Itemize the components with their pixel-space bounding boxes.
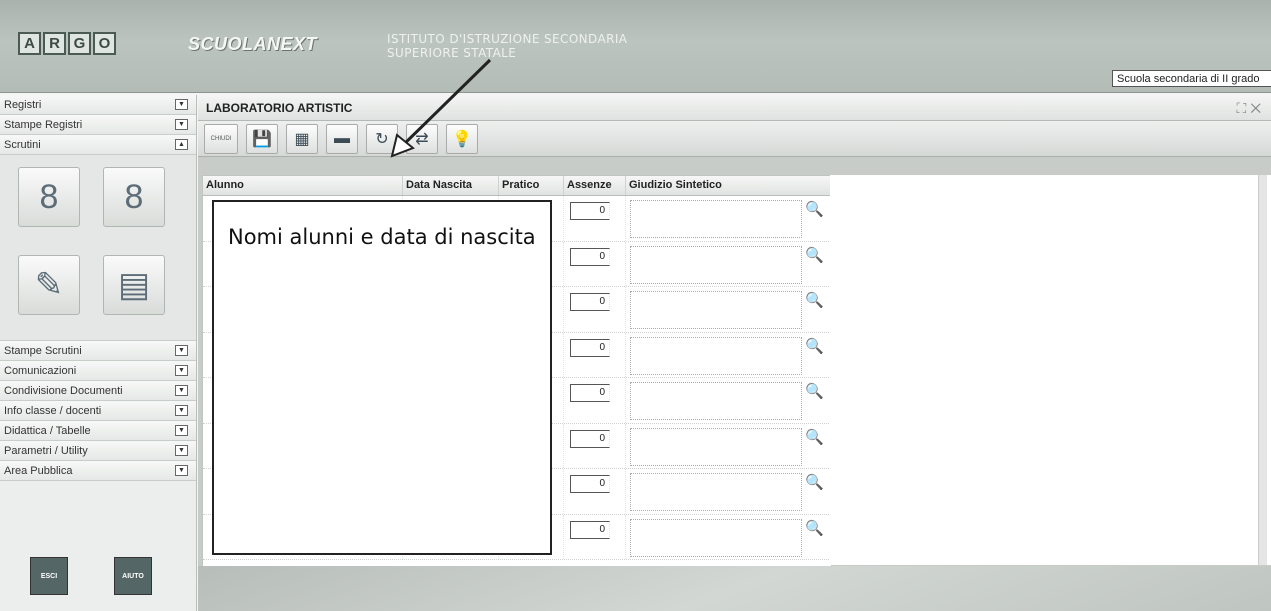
chevron-down-icon[interactable]: ▼ bbox=[175, 365, 188, 376]
window-controls: ⛶✕ bbox=[1237, 100, 1265, 117]
giudizio-field[interactable] bbox=[630, 336, 802, 375]
search-icon[interactable]: 🔍 bbox=[805, 519, 824, 537]
argo-logo: A R G O bbox=[18, 32, 116, 55]
search-icon[interactable]: 🔍 bbox=[805, 291, 824, 309]
column-header[interactable]: Pratico bbox=[499, 176, 564, 195]
close-button[interactable]: CHIUDI bbox=[204, 123, 238, 154]
edit-document-icon[interactable]: ▤ bbox=[103, 255, 165, 315]
lightbulb-icon[interactable]: 💡 bbox=[446, 123, 478, 154]
sidebar-item-label: Stampe Registri bbox=[4, 118, 83, 131]
sidebar-item-label: Stampe Scrutini bbox=[4, 344, 82, 357]
brand-name: SCUOLANEXT bbox=[188, 34, 318, 54]
annotation-box: Nomi alunni e data di nascita bbox=[212, 200, 552, 555]
fill-grid-icon[interactable]: ▦ bbox=[286, 123, 318, 154]
exit-button[interactable]: ESCI bbox=[30, 557, 68, 595]
assenze-input[interactable]: 0 bbox=[570, 338, 610, 357]
sidebar-item-stampe-registri[interactable]: Stampe Registri ▼ bbox=[0, 115, 196, 135]
panel-title-bar: LABORATORIO ARTISTIC bbox=[198, 95, 1271, 121]
chevron-down-icon[interactable]: ▼ bbox=[175, 385, 188, 396]
sidebar-item-info-classe[interactable]: Info classe / docenti ▼ bbox=[0, 401, 196, 421]
giudizio-field[interactable] bbox=[630, 518, 802, 557]
sidebar-footer: ESCI AIUTO bbox=[0, 535, 196, 611]
scrutini-tools: 8 8 ✎ ▤ bbox=[0, 155, 196, 341]
save-icon[interactable]: 💾 bbox=[246, 123, 278, 154]
sidebar-item-registri[interactable]: Registri ▼ bbox=[0, 95, 196, 115]
chevron-down-icon[interactable]: ▼ bbox=[175, 345, 188, 356]
school-level-select[interactable]: Scuola secondaria di II grado bbox=[1112, 70, 1271, 87]
assenze-input[interactable]: 0 bbox=[570, 293, 610, 311]
toolbar: CHIUDI 💾 ▦ ▬ ↻ ⇄ 💡 bbox=[198, 121, 1271, 157]
maximize-icon[interactable]: ⛶ bbox=[1237, 100, 1251, 116]
assenze-input[interactable]: 0 bbox=[570, 475, 610, 493]
pencil-icon[interactable]: ✎ bbox=[18, 255, 80, 315]
assenze-input[interactable]: 0 bbox=[570, 202, 610, 220]
giudizio-field[interactable] bbox=[630, 382, 802, 420]
sidebar-item-condivisione-documenti[interactable]: Condivisione Documenti ▼ bbox=[0, 381, 196, 401]
giudizio-field[interactable] bbox=[630, 200, 802, 238]
voti-proposti-icon[interactable]: 8 bbox=[103, 167, 165, 227]
sidebar-item-label: Scrutini bbox=[4, 138, 41, 151]
chevron-down-icon[interactable]: ▼ bbox=[175, 425, 188, 436]
annotation-text: Nomi alunni e data di nascita bbox=[228, 225, 536, 249]
institute-line2: SUPERIORE STATALE bbox=[387, 46, 517, 60]
column-header[interactable]: Assenze bbox=[564, 176, 626, 195]
chevron-down-icon[interactable]: ▼ bbox=[175, 465, 188, 476]
app-header: A R G O SCUOLANEXT ISTITUTO D'ISTRUZIONE… bbox=[0, 0, 1271, 93]
sidebar-item-label: Parametri / Utility bbox=[4, 444, 88, 457]
sidebar-item-label: Registri bbox=[4, 98, 42, 111]
assenze-input[interactable]: 0 bbox=[570, 247, 610, 266]
institute-name: ISTITUTO D'ISTRUZIONE SECONDARIA SUPERIO… bbox=[387, 32, 627, 60]
sidebar-item-label: Comunicazioni bbox=[4, 364, 77, 377]
giudizio-field[interactable] bbox=[630, 427, 802, 466]
vertical-scrollbar[interactable] bbox=[1258, 175, 1267, 565]
logo-letter: O bbox=[93, 32, 116, 55]
assenze-input[interactable]: 0 bbox=[570, 429, 610, 448]
sidebar-item-label: Area Pubblica bbox=[4, 464, 73, 477]
sidebar-item-label: Condivisione Documenti bbox=[4, 384, 123, 397]
logo-letter: R bbox=[43, 32, 66, 55]
grid-header: Alunno Data Nascita Pratico Assenze Giud… bbox=[203, 176, 831, 196]
chevron-down-icon[interactable]: ▼ bbox=[175, 99, 188, 110]
giudizio-field[interactable] bbox=[630, 291, 802, 329]
institute-line1: ISTITUTO D'ISTRUZIONE SECONDARIA bbox=[387, 32, 628, 46]
column-header[interactable]: Data Nascita bbox=[403, 176, 499, 195]
board-icon[interactable]: ▬ bbox=[326, 123, 358, 154]
search-icon[interactable]: 🔍 bbox=[805, 200, 824, 218]
swap-icon[interactable]: ⇄ bbox=[406, 123, 438, 154]
search-icon[interactable]: 🔍 bbox=[805, 337, 824, 355]
help-button[interactable]: AIUTO bbox=[114, 557, 152, 595]
assenze-input[interactable]: 0 bbox=[570, 520, 610, 539]
grid-empty-area bbox=[830, 175, 1271, 565]
reload-icon[interactable]: ↻ bbox=[366, 123, 398, 154]
chevron-down-icon[interactable]: ▼ bbox=[175, 445, 188, 456]
search-icon[interactable]: 🔍 bbox=[805, 246, 824, 264]
chevron-down-icon[interactable]: ▼ bbox=[175, 119, 188, 130]
giudizio-field[interactable] bbox=[630, 245, 802, 284]
sidebar-item-parametri[interactable]: Parametri / Utility ▼ bbox=[0, 441, 196, 461]
sidebar-item-scrutini[interactable]: Scrutini ▲ bbox=[0, 135, 196, 155]
column-header[interactable]: Giudizio Sintetico bbox=[626, 176, 831, 195]
search-icon[interactable]: 🔍 bbox=[805, 473, 824, 491]
sidebar-item-area-pubblica[interactable]: Area Pubblica ▼ bbox=[0, 461, 196, 481]
search-icon[interactable]: 🔍 bbox=[805, 382, 824, 400]
sidebar-item-comunicazioni[interactable]: Comunicazioni ▼ bbox=[0, 361, 196, 381]
sidebar-item-stampe-scrutini[interactable]: Stampe Scrutini ▼ bbox=[0, 341, 196, 361]
chevron-up-icon[interactable]: ▲ bbox=[175, 139, 188, 150]
close-icon[interactable]: ✕ bbox=[1250, 100, 1265, 116]
chevron-down-icon[interactable]: ▼ bbox=[175, 405, 188, 416]
sidebar: Registri ▼ Stampe Registri ▼ Scrutini ▲ … bbox=[0, 95, 197, 611]
sidebar-item-didattica[interactable]: Didattica / Tabelle ▼ bbox=[0, 421, 196, 441]
logo-letter: G bbox=[68, 32, 91, 55]
background-decoration bbox=[198, 566, 1271, 611]
giudizio-field[interactable] bbox=[630, 473, 802, 511]
sidebar-item-label: Didattica / Tabelle bbox=[4, 424, 91, 437]
search-icon[interactable]: 🔍 bbox=[805, 428, 824, 446]
sidebar-item-label: Info classe / docenti bbox=[4, 404, 102, 417]
column-header[interactable]: Alunno bbox=[203, 176, 403, 195]
voti-icon[interactable]: 8 bbox=[18, 167, 80, 227]
logo-letter: A bbox=[18, 32, 41, 55]
assenze-input[interactable]: 0 bbox=[570, 384, 610, 402]
page-title: LABORATORIO ARTISTIC bbox=[206, 100, 353, 115]
